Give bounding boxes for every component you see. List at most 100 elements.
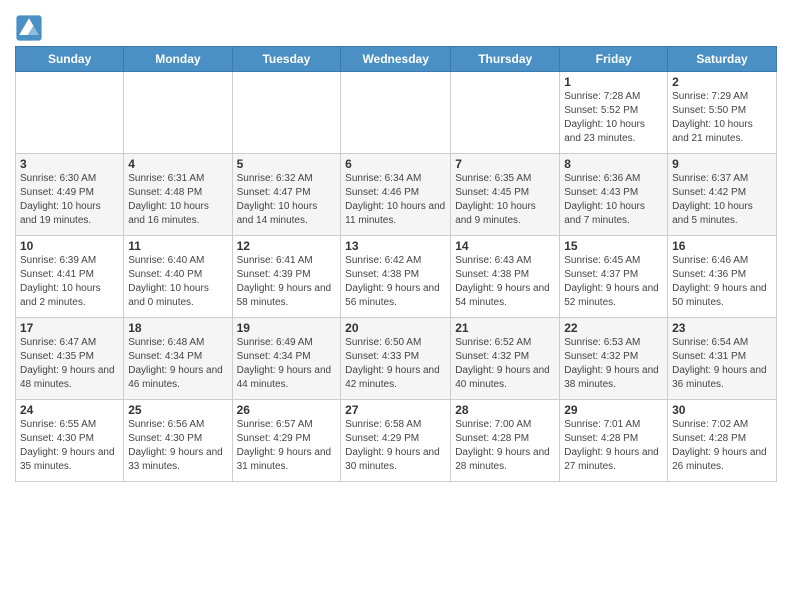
calendar-table: SundayMondayTuesdayWednesdayThursdayFrid… [15, 46, 777, 482]
day-number: 12 [237, 239, 337, 253]
day-number: 18 [128, 321, 227, 335]
calendar-cell: 23Sunrise: 6:54 AM Sunset: 4:31 PM Dayli… [668, 318, 777, 400]
day-number: 4 [128, 157, 227, 171]
calendar-cell [232, 72, 341, 154]
day-number: 1 [564, 75, 663, 89]
calendar-cell [16, 72, 124, 154]
calendar-cell: 6Sunrise: 6:34 AM Sunset: 4:46 PM Daylig… [341, 154, 451, 236]
day-number: 23 [672, 321, 772, 335]
calendar-cell: 26Sunrise: 6:57 AM Sunset: 4:29 PM Dayli… [232, 400, 341, 482]
header [15, 10, 777, 42]
calendar-cell: 5Sunrise: 6:32 AM Sunset: 4:47 PM Daylig… [232, 154, 341, 236]
calendar-header-wednesday: Wednesday [341, 47, 451, 72]
calendar-cell: 20Sunrise: 6:50 AM Sunset: 4:33 PM Dayli… [341, 318, 451, 400]
page: SundayMondayTuesdayWednesdayThursdayFrid… [0, 0, 792, 490]
day-info: Sunrise: 7:28 AM Sunset: 5:52 PM Dayligh… [564, 90, 663, 146]
calendar-cell [451, 72, 560, 154]
day-number: 2 [672, 75, 772, 89]
calendar-cell: 10Sunrise: 6:39 AM Sunset: 4:41 PM Dayli… [16, 236, 124, 318]
day-info: Sunrise: 6:32 AM Sunset: 4:47 PM Dayligh… [237, 172, 337, 228]
day-info: Sunrise: 6:43 AM Sunset: 4:38 PM Dayligh… [455, 254, 555, 310]
calendar-cell: 28Sunrise: 7:00 AM Sunset: 4:28 PM Dayli… [451, 400, 560, 482]
calendar-cell: 7Sunrise: 6:35 AM Sunset: 4:45 PM Daylig… [451, 154, 560, 236]
calendar-week-5: 24Sunrise: 6:55 AM Sunset: 4:30 PM Dayli… [16, 400, 777, 482]
day-info: Sunrise: 6:37 AM Sunset: 4:42 PM Dayligh… [672, 172, 772, 228]
calendar-cell: 4Sunrise: 6:31 AM Sunset: 4:48 PM Daylig… [124, 154, 232, 236]
calendar-header-friday: Friday [560, 47, 668, 72]
day-number: 30 [672, 403, 772, 417]
day-info: Sunrise: 6:49 AM Sunset: 4:34 PM Dayligh… [237, 336, 337, 392]
calendar-cell: 9Sunrise: 6:37 AM Sunset: 4:42 PM Daylig… [668, 154, 777, 236]
calendar-cell [124, 72, 232, 154]
logo [15, 14, 47, 42]
day-info: Sunrise: 7:01 AM Sunset: 4:28 PM Dayligh… [564, 418, 663, 474]
calendar-cell: 25Sunrise: 6:56 AM Sunset: 4:30 PM Dayli… [124, 400, 232, 482]
calendar-cell: 29Sunrise: 7:01 AM Sunset: 4:28 PM Dayli… [560, 400, 668, 482]
calendar-cell: 19Sunrise: 6:49 AM Sunset: 4:34 PM Dayli… [232, 318, 341, 400]
calendar-week-3: 10Sunrise: 6:39 AM Sunset: 4:41 PM Dayli… [16, 236, 777, 318]
day-info: Sunrise: 6:58 AM Sunset: 4:29 PM Dayligh… [345, 418, 446, 474]
day-number: 16 [672, 239, 772, 253]
day-info: Sunrise: 6:30 AM Sunset: 4:49 PM Dayligh… [20, 172, 119, 228]
day-info: Sunrise: 6:55 AM Sunset: 4:30 PM Dayligh… [20, 418, 119, 474]
day-info: Sunrise: 6:34 AM Sunset: 4:46 PM Dayligh… [345, 172, 446, 228]
logo-icon [15, 14, 43, 42]
day-number: 8 [564, 157, 663, 171]
calendar-cell: 3Sunrise: 6:30 AM Sunset: 4:49 PM Daylig… [16, 154, 124, 236]
day-number: 19 [237, 321, 337, 335]
day-number: 7 [455, 157, 555, 171]
day-info: Sunrise: 7:29 AM Sunset: 5:50 PM Dayligh… [672, 90, 772, 146]
calendar-week-1: 1Sunrise: 7:28 AM Sunset: 5:52 PM Daylig… [16, 72, 777, 154]
day-info: Sunrise: 6:45 AM Sunset: 4:37 PM Dayligh… [564, 254, 663, 310]
calendar-cell: 30Sunrise: 7:02 AM Sunset: 4:28 PM Dayli… [668, 400, 777, 482]
calendar-week-4: 17Sunrise: 6:47 AM Sunset: 4:35 PM Dayli… [16, 318, 777, 400]
day-number: 22 [564, 321, 663, 335]
calendar-header-tuesday: Tuesday [232, 47, 341, 72]
day-number: 29 [564, 403, 663, 417]
day-info: Sunrise: 6:52 AM Sunset: 4:32 PM Dayligh… [455, 336, 555, 392]
calendar-cell: 15Sunrise: 6:45 AM Sunset: 4:37 PM Dayli… [560, 236, 668, 318]
day-number: 14 [455, 239, 555, 253]
calendar-cell: 2Sunrise: 7:29 AM Sunset: 5:50 PM Daylig… [668, 72, 777, 154]
day-info: Sunrise: 6:57 AM Sunset: 4:29 PM Dayligh… [237, 418, 337, 474]
calendar-week-2: 3Sunrise: 6:30 AM Sunset: 4:49 PM Daylig… [16, 154, 777, 236]
day-number: 10 [20, 239, 119, 253]
calendar-cell: 17Sunrise: 6:47 AM Sunset: 4:35 PM Dayli… [16, 318, 124, 400]
calendar-cell: 13Sunrise: 6:42 AM Sunset: 4:38 PM Dayli… [341, 236, 451, 318]
day-info: Sunrise: 6:35 AM Sunset: 4:45 PM Dayligh… [455, 172, 555, 228]
day-info: Sunrise: 6:42 AM Sunset: 4:38 PM Dayligh… [345, 254, 446, 310]
calendar-header-row: SundayMondayTuesdayWednesdayThursdayFrid… [16, 47, 777, 72]
calendar-cell [341, 72, 451, 154]
day-number: 21 [455, 321, 555, 335]
calendar-header-sunday: Sunday [16, 47, 124, 72]
day-number: 11 [128, 239, 227, 253]
day-number: 20 [345, 321, 446, 335]
day-info: Sunrise: 6:36 AM Sunset: 4:43 PM Dayligh… [564, 172, 663, 228]
calendar-cell: 12Sunrise: 6:41 AM Sunset: 4:39 PM Dayli… [232, 236, 341, 318]
day-info: Sunrise: 6:48 AM Sunset: 4:34 PM Dayligh… [128, 336, 227, 392]
day-number: 26 [237, 403, 337, 417]
calendar-header-thursday: Thursday [451, 47, 560, 72]
day-number: 25 [128, 403, 227, 417]
day-number: 6 [345, 157, 446, 171]
calendar-cell: 21Sunrise: 6:52 AM Sunset: 4:32 PM Dayli… [451, 318, 560, 400]
day-number: 27 [345, 403, 446, 417]
day-info: Sunrise: 6:41 AM Sunset: 4:39 PM Dayligh… [237, 254, 337, 310]
calendar-cell: 1Sunrise: 7:28 AM Sunset: 5:52 PM Daylig… [560, 72, 668, 154]
day-info: Sunrise: 6:56 AM Sunset: 4:30 PM Dayligh… [128, 418, 227, 474]
day-number: 9 [672, 157, 772, 171]
calendar-cell: 11Sunrise: 6:40 AM Sunset: 4:40 PM Dayli… [124, 236, 232, 318]
calendar-cell: 14Sunrise: 6:43 AM Sunset: 4:38 PM Dayli… [451, 236, 560, 318]
day-info: Sunrise: 6:31 AM Sunset: 4:48 PM Dayligh… [128, 172, 227, 228]
calendar-cell: 18Sunrise: 6:48 AM Sunset: 4:34 PM Dayli… [124, 318, 232, 400]
day-number: 5 [237, 157, 337, 171]
day-info: Sunrise: 6:53 AM Sunset: 4:32 PM Dayligh… [564, 336, 663, 392]
day-info: Sunrise: 6:39 AM Sunset: 4:41 PM Dayligh… [20, 254, 119, 310]
day-number: 13 [345, 239, 446, 253]
day-info: Sunrise: 6:46 AM Sunset: 4:36 PM Dayligh… [672, 254, 772, 310]
calendar-cell: 8Sunrise: 6:36 AM Sunset: 4:43 PM Daylig… [560, 154, 668, 236]
day-info: Sunrise: 6:50 AM Sunset: 4:33 PM Dayligh… [345, 336, 446, 392]
calendar-cell: 16Sunrise: 6:46 AM Sunset: 4:36 PM Dayli… [668, 236, 777, 318]
calendar-cell: 27Sunrise: 6:58 AM Sunset: 4:29 PM Dayli… [341, 400, 451, 482]
day-number: 3 [20, 157, 119, 171]
